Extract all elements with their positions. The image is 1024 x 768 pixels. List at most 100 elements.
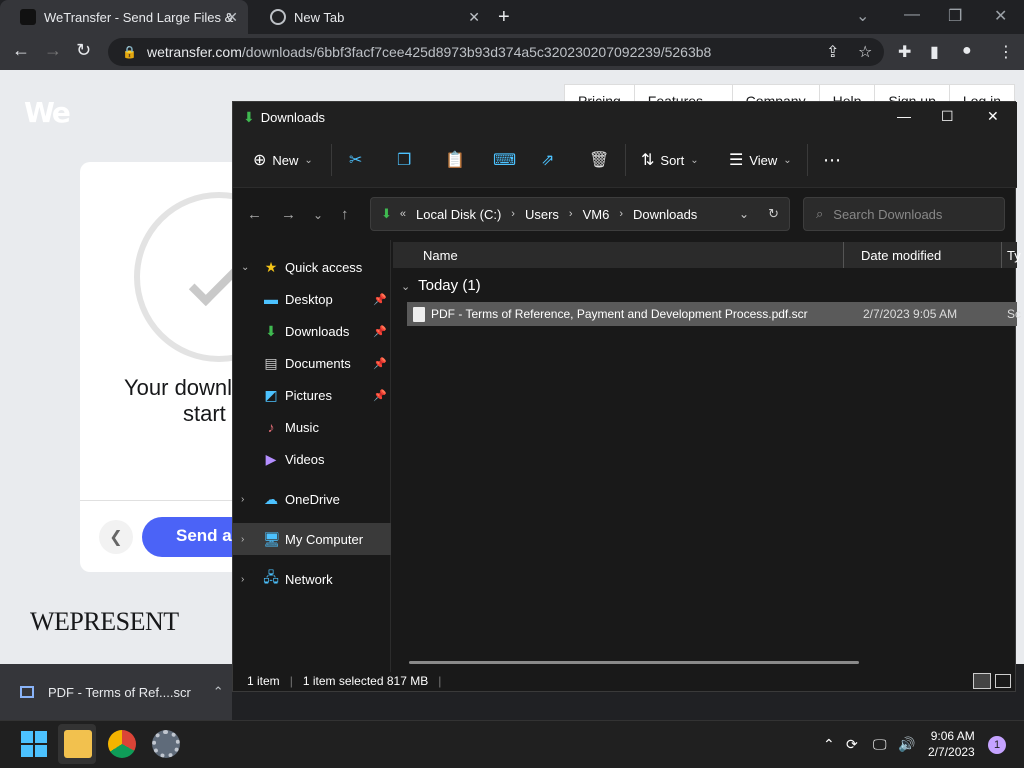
sync-icon[interactable]: ⟳ xyxy=(846,736,858,753)
download-arrow-icon: ⬇ xyxy=(243,108,255,125)
pin-icon: 📌 xyxy=(373,389,387,402)
start-tile xyxy=(35,745,47,757)
nav-onedrive[interactable]: › ☁ OneDrive xyxy=(233,483,391,515)
search-input[interactable]: ⌕ Search Downloads xyxy=(803,197,1005,231)
address-dropdown-icon[interactable]: ⌄ xyxy=(739,207,749,221)
nav-music[interactable]: ♪ Music xyxy=(233,411,391,443)
restore-icon[interactable]: ❐ xyxy=(948,6,962,26)
share-icon[interactable]: ⇪ xyxy=(826,42,839,62)
back-icon[interactable]: ← xyxy=(247,206,262,223)
up-icon[interactable]: ↑ xyxy=(341,206,349,223)
start-button[interactable] xyxy=(20,730,48,758)
separator xyxy=(625,144,626,176)
bookmark-star-icon[interactable]: ☆ xyxy=(858,42,872,62)
extensions-icon[interactable]: ✚ xyxy=(898,42,911,62)
pin-icon: 📌 xyxy=(373,357,387,370)
network-icon[interactable]: 🖵 xyxy=(873,736,887,753)
wetransfer-logo[interactable]: We xyxy=(24,96,71,129)
tab-close-icon[interactable]: ✕ xyxy=(226,9,238,26)
sort-icon: ⇅ xyxy=(641,152,655,169)
address-bar[interactable]: 🔒 wetransfer.com /downloads/6bbf3facf7ce… xyxy=(108,38,884,66)
start-tile xyxy=(21,745,33,757)
network-icon: 🖧 xyxy=(263,569,279,585)
cut-icon[interactable]: ✂ xyxy=(349,150,362,170)
rename-icon[interactable]: ⌨ xyxy=(493,150,516,170)
settings-icon[interactable] xyxy=(152,730,180,758)
expand-icon[interactable]: › xyxy=(241,534,255,545)
download-item[interactable]: PDF - Terms of Ref....scr ⌃ xyxy=(20,684,224,700)
nav-desktop[interactable]: ▬ Desktop 📌 xyxy=(233,283,391,315)
overflow-icon[interactable]: « xyxy=(400,208,406,220)
explorer-minimize-icon[interactable]: — xyxy=(897,108,911,124)
tab-title: New Tab xyxy=(294,9,345,25)
new-button[interactable]: ⊕ New ⌄ xyxy=(253,150,313,170)
file-explorer-icon[interactable] xyxy=(64,730,92,758)
nav-label: Downloads xyxy=(285,323,350,339)
back-icon[interactable]: ← xyxy=(12,40,30,61)
column-separator[interactable] xyxy=(1001,242,1002,268)
card-back-button[interactable]: ❮ xyxy=(99,520,133,554)
clock[interactable]: 9:06 AM 2/7/2023 xyxy=(928,728,975,760)
expand-icon[interactable]: › xyxy=(241,494,255,505)
close-window-icon[interactable]: ✕ xyxy=(994,6,1007,26)
share-icon[interactable]: ⇗ xyxy=(541,150,554,170)
forward-icon[interactable]: → xyxy=(44,40,62,61)
chrome-icon[interactable] xyxy=(108,730,136,758)
nav-quick-access[interactable]: ⌄ ★ Quick access xyxy=(233,251,391,283)
recent-chevron-icon[interactable]: ⌄ xyxy=(313,208,323,222)
show-hidden-icons[interactable]: ⌃ xyxy=(823,736,835,753)
paste-icon[interactable]: 📋 xyxy=(445,150,465,170)
file-row[interactable]: PDF - Terms of Reference, Payment and De… xyxy=(407,302,1021,326)
breadcrumb-users[interactable]: Users xyxy=(525,207,559,222)
selection-info: 1 item selected 817 MB xyxy=(302,674,429,688)
explorer-close-icon[interactable]: ✕ xyxy=(987,108,999,125)
sort-button[interactable]: ⇅ Sort ⌄ xyxy=(641,150,699,170)
expand-icon[interactable]: › xyxy=(241,574,255,585)
column-separator[interactable] xyxy=(843,242,844,268)
profile-icon[interactable]: ● xyxy=(962,42,972,60)
column-type[interactable]: Ty xyxy=(1007,248,1021,263)
download-message-2: start xyxy=(183,401,226,426)
explorer-maximize-icon[interactable]: ☐ xyxy=(941,108,954,125)
view-button[interactable]: ☰ View ⌄ xyxy=(729,150,792,170)
expand-icon[interactable]: ⌄ xyxy=(241,262,255,273)
start-tile xyxy=(35,731,47,743)
notification-badge[interactable]: 1 xyxy=(988,736,1006,754)
large-icons-view-icon[interactable] xyxy=(995,674,1011,688)
tab-search-icon[interactable]: ⌄ xyxy=(856,6,869,26)
nav-my-computer[interactable]: › 🖥 My Computer xyxy=(233,523,391,555)
column-name[interactable]: Name xyxy=(423,248,458,263)
nav-videos[interactable]: ▶ Videos xyxy=(233,443,391,475)
wepresent-logo[interactable]: WEPRESENT xyxy=(30,607,179,637)
file-icon xyxy=(20,686,34,698)
tab-new-tab[interactable]: New Tab ✕ xyxy=(250,0,490,34)
breadcrumb-vm6[interactable]: VM6 xyxy=(583,207,610,222)
horizontal-scrollbar[interactable] xyxy=(409,661,859,664)
nav-label: Desktop xyxy=(285,291,333,307)
more-options-icon[interactable]: ⋯ xyxy=(823,150,841,170)
nav-pictures[interactable]: ◩ Pictures 📌 xyxy=(233,379,391,411)
copy-icon[interactable]: ❐ xyxy=(397,150,411,170)
details-view-icon[interactable] xyxy=(973,673,991,689)
explorer-address-bar[interactable]: ⬇ « Local Disk (C:) › Users › VM6 › Down… xyxy=(370,197,790,231)
nav-network[interactable]: › 🖧 Network xyxy=(233,563,391,595)
breadcrumb-local-disk[interactable]: Local Disk (C:) xyxy=(416,207,501,222)
minimize-icon[interactable]: — xyxy=(904,6,920,24)
chevron-up-icon[interactable]: ⌃ xyxy=(213,684,224,700)
tab-wetransfer[interactable]: WeTransfer - Send Large Files & ✕ xyxy=(0,0,248,34)
group-header[interactable]: ⌄ Today (1) xyxy=(401,277,481,294)
nav-documents[interactable]: ▤ Documents 📌 xyxy=(233,347,391,379)
forward-icon[interactable]: → xyxy=(281,206,296,223)
nav-downloads[interactable]: ⬇ Downloads 📌 xyxy=(233,315,391,347)
menu-icon[interactable]: ⋮ xyxy=(998,42,1014,62)
column-date-modified[interactable]: Date modified xyxy=(861,248,941,263)
url-path: /downloads/6bbf3facf7cee425d8973b93d374a… xyxy=(241,44,712,60)
delete-icon[interactable]: 🗑 xyxy=(589,150,609,170)
side-panel-icon[interactable]: ▮ xyxy=(930,42,939,62)
refresh-icon[interactable]: ↻ xyxy=(768,206,779,222)
volume-icon[interactable]: 🔊 xyxy=(898,736,915,753)
tab-close-icon[interactable]: ✕ xyxy=(468,9,480,26)
reload-icon[interactable]: ↻ xyxy=(76,40,91,61)
new-tab-icon[interactable]: + xyxy=(498,6,510,29)
breadcrumb-downloads[interactable]: Downloads xyxy=(633,207,697,222)
